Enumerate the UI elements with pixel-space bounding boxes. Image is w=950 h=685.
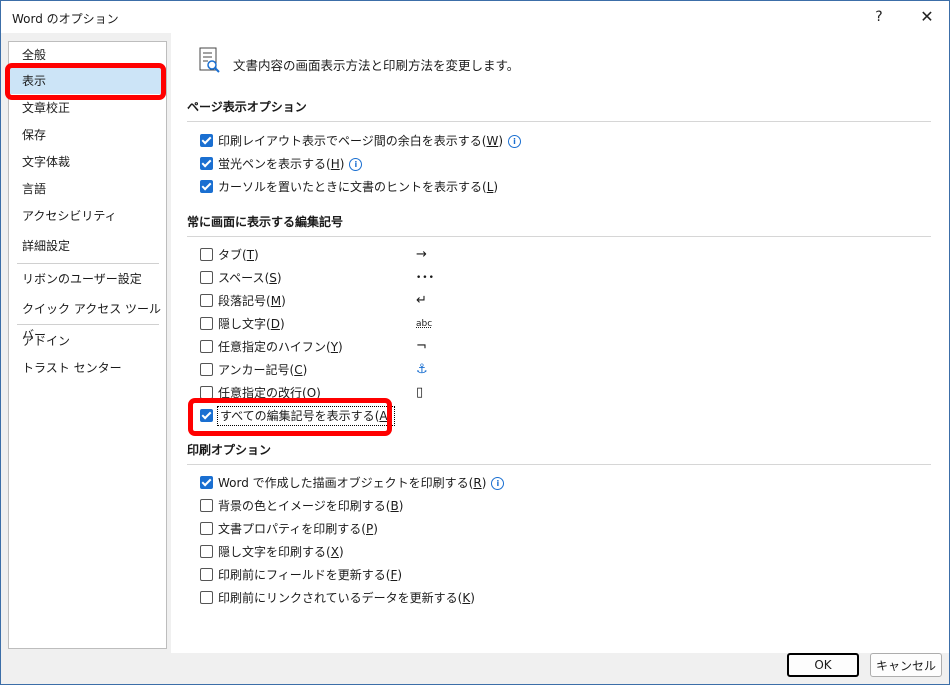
highlight-box-display	[5, 63, 166, 100]
close-icon[interactable]: ✕	[907, 5, 947, 29]
formatting-marks-heading: 常に画面に表示する編集記号	[187, 215, 344, 229]
options-dialog: Word のオプション ? ✕ 全般 表示 文章校正 保存 文字体裁 言語 アク…	[0, 0, 950, 685]
section-divider	[187, 236, 931, 237]
category-sidebar: 全般 表示 文章校正 保存 文字体裁 言語 アクセシビリティ 詳細設定 リボンの…	[8, 41, 167, 649]
page-display-options-heading: ページ表示オプション	[187, 100, 307, 114]
ok-button[interactable]: OK	[787, 653, 859, 677]
checkbox-unchecked[interactable]	[200, 248, 213, 261]
checkbox-unchecked[interactable]	[200, 522, 213, 535]
info-icon: i	[349, 158, 363, 171]
sidebar-item-trust-center[interactable]: トラスト センター	[9, 355, 166, 381]
checkbox-checked[interactable]	[200, 476, 213, 489]
checkbox-unchecked[interactable]	[200, 568, 213, 581]
space-dots-icon: •••	[416, 273, 435, 283]
info-icon: i	[508, 135, 522, 148]
checkbox-unchecked[interactable]	[200, 317, 213, 330]
checkbox-unchecked[interactable]	[200, 591, 213, 604]
checkbox-unchecked[interactable]	[200, 271, 213, 284]
optional-break-icon: ▯	[416, 385, 424, 400]
sidebar-item-language[interactable]: 言語	[9, 176, 166, 202]
tab-arrow-icon: →	[416, 247, 427, 262]
checkbox-unchecked[interactable]	[200, 545, 213, 558]
section-divider	[187, 464, 931, 465]
checkbox-unchecked[interactable]	[200, 340, 213, 353]
sidebar-item-typography[interactable]: 文字体裁	[9, 149, 166, 175]
intro-text: 文書内容の画面表示方法と印刷方法を変更します。	[233, 58, 520, 73]
window-title: Word のオプション	[12, 12, 119, 26]
checkbox-unchecked[interactable]	[200, 499, 213, 512]
checkbox-unchecked[interactable]	[200, 294, 213, 307]
print-options-heading: 印刷オプション	[187, 443, 272, 457]
checkbox-checked[interactable]	[200, 157, 213, 170]
optional-hyphen-icon: ¬	[416, 339, 427, 354]
title-bar: Word のオプション ? ✕	[1, 1, 949, 33]
display-document-icon	[199, 47, 220, 73]
help-button[interactable]: ?	[859, 5, 899, 29]
sidebar-separator	[17, 263, 159, 264]
anchor-icon: ⚓	[416, 362, 428, 377]
paragraph-return-icon: ↵	[416, 293, 427, 308]
sidebar-item-advanced[interactable]: 詳細設定	[9, 233, 166, 259]
section-divider	[187, 121, 931, 122]
highlight-box-show-all-marks	[188, 398, 392, 436]
hidden-text-abc-icon: abc	[416, 319, 433, 329]
info-icon: i	[491, 477, 505, 490]
sidebar-item-quick-access-toolbar[interactable]: クイック アクセス ツール バー	[9, 296, 166, 342]
cancel-button[interactable]: キャンセル	[870, 653, 942, 677]
sidebar-separator	[17, 324, 159, 325]
sidebar-item-accessibility[interactable]: アクセシビリティ	[9, 203, 166, 229]
display-options-panel: 文書内容の画面表示方法と印刷方法を変更します。 ページ表示オプション 印刷レイア…	[171, 33, 949, 653]
sidebar-item-addins[interactable]: アドイン	[9, 328, 166, 354]
sidebar-item-save[interactable]: 保存	[9, 122, 166, 148]
sidebar-item-customize-ribbon[interactable]: リボンのユーザー設定	[9, 266, 166, 292]
checkbox-checked[interactable]	[200, 134, 213, 147]
checkbox-checked[interactable]	[200, 180, 213, 193]
checkbox-unchecked[interactable]	[200, 363, 213, 376]
